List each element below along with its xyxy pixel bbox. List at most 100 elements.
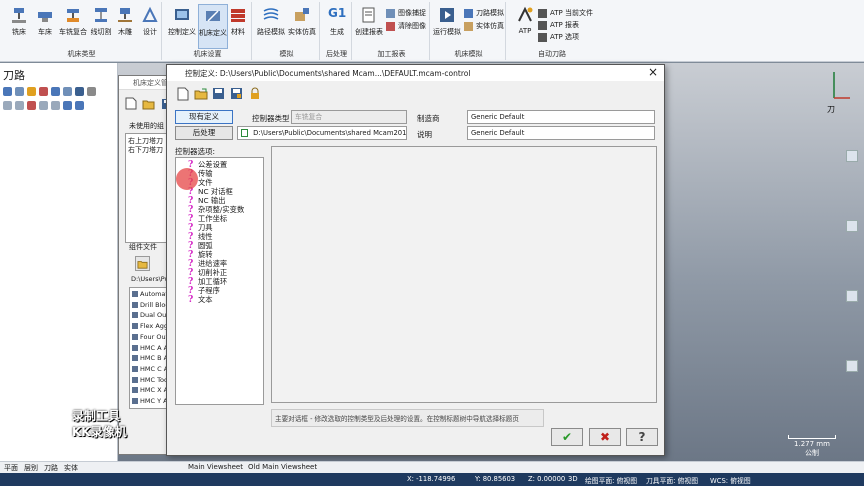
atp-report-button[interactable]: ATP 报表 <box>538 20 579 30</box>
close-icon[interactable]: × <box>648 65 658 79</box>
atp-button[interactable]: ATP <box>510 6 540 35</box>
list-item[interactable]: HMC B A <box>132 354 168 362</box>
description-field[interactable]: Generic Default <box>467 126 655 140</box>
select-all-icon[interactable] <box>3 87 12 96</box>
unused-groups-label: 未使用的组 <box>129 122 164 130</box>
verify-small-icon[interactable] <box>63 87 72 96</box>
toolpath-sim-button[interactable]: 刀路模拟 <box>464 8 504 18</box>
post-processor-button[interactable]: 后处理 <box>175 126 233 140</box>
view-iso-icon[interactable] <box>846 220 858 232</box>
axis-icon <box>833 72 850 99</box>
list-item[interactable]: HMC C A <box>132 365 168 373</box>
clear-image-button[interactable]: 清除图像 <box>386 21 426 31</box>
tab-main-viewsheet[interactable]: Main Viewsheet <box>188 463 243 471</box>
status-bar: X: -118.74996 Y: 80.85603 Z: 0.00000 3D … <box>0 473 864 486</box>
solid-sim-button[interactable]: 实体仿真 <box>464 21 504 31</box>
verify-icon <box>295 8 309 21</box>
save-file-icon[interactable] <box>211 86 226 101</box>
collapse-icon[interactable] <box>15 101 24 110</box>
list-item[interactable]: Drill Bloc <box>132 301 169 309</box>
select-failed-icon[interactable] <box>15 87 24 96</box>
status-cplane[interactable]: 绘图平面: 俯视图 <box>585 475 637 485</box>
highfeed-icon[interactable] <box>87 87 96 96</box>
list-item[interactable]: Four Out <box>132 333 168 341</box>
save-as-icon[interactable] <box>229 86 244 101</box>
tab-solids[interactable]: 实体 <box>64 463 78 473</box>
toggle-icon[interactable] <box>39 101 48 110</box>
machine-def-button[interactable]: 机床定义 <box>198 4 228 49</box>
post-small-icon[interactable] <box>75 87 84 96</box>
status-tplane[interactable]: 刀具平面: 俯视图 <box>646 475 698 485</box>
ribbon-group-machine-sim: 运行模拟 刀路模拟 实体仿真 机床模拟 <box>432 2 506 60</box>
post-toggle-icon[interactable] <box>51 101 60 110</box>
status-wcs[interactable]: WCS: 俯视图 <box>710 475 751 485</box>
machine-def-label: 机床定义 <box>199 29 227 37</box>
ribbon-group-machine-setup: 控制定义 机床定义 材料 机床设置 <box>164 2 252 60</box>
open-icon[interactable] <box>141 96 156 111</box>
post-generate-button[interactable]: G1 生成 <box>322 6 352 37</box>
verify-label: 实体仿真 <box>288 28 316 36</box>
controller-options-tree[interactable]: ?公差设置?传输?文件?NC 对话框?NC 输出?杂项整/实变数?工作坐标?刀具… <box>175 157 264 405</box>
help-button[interactable]: ? <box>626 428 658 446</box>
controller-type-select[interactable]: 车铣复合 <box>291 110 407 124</box>
list-item[interactable]: Flex Agg <box>132 322 168 330</box>
material-button[interactable]: 材料 <box>226 6 250 37</box>
list-item[interactable]: HMC A A <box>132 344 168 352</box>
view-fit-icon[interactable] <box>846 290 858 302</box>
list-item[interactable]: Dual Out <box>132 311 169 319</box>
list-item[interactable]: 右下刀塔刀 <box>128 145 163 155</box>
component-file-label: Automat <box>140 290 168 298</box>
control-def-button[interactable]: 控制定义 <box>166 6 198 37</box>
manufacturer-field[interactable]: Generic Default <box>467 110 655 124</box>
list-item[interactable]: HMC Y A <box>132 397 168 405</box>
list-item[interactable]: Automat <box>132 290 168 298</box>
tab-planes[interactable]: 平面 <box>4 463 18 473</box>
toolpath-manager-panel: 刀路 <box>0 63 118 461</box>
component-file-label: Four Out <box>140 332 169 341</box>
tree-item[interactable]: ? 文本 <box>188 295 213 305</box>
group-label-atp: 自动刀路 <box>538 50 566 58</box>
post-path-select[interactable]: D:\Users\Public\Documents\shared Mcam201… <box>237 126 407 140</box>
control-def-icon <box>175 9 189 20</box>
cancel-button[interactable]: ✖ <box>589 428 621 446</box>
component-icon <box>132 323 138 330</box>
regen-icon[interactable] <box>27 87 36 96</box>
browse-folder-icon[interactable] <box>135 256 150 271</box>
router-icon <box>118 8 132 22</box>
new-file-icon[interactable] <box>175 86 190 101</box>
move-down-icon[interactable] <box>63 101 72 110</box>
lock-icon[interactable] <box>27 101 36 110</box>
expand-icon[interactable] <box>3 101 12 110</box>
status-mode[interactable]: 3D <box>568 475 578 483</box>
view-zoom-icon[interactable] <box>846 360 858 372</box>
options-content-panel <box>271 146 657 403</box>
new-icon[interactable] <box>123 96 138 111</box>
regen-dirty-icon[interactable] <box>39 87 48 96</box>
status-x: X: -118.74996 <box>407 475 456 483</box>
tab-old-main-viewsheet[interactable]: Old Main Viewsheet <box>248 463 317 471</box>
run-sim-button[interactable]: 运行模拟 <box>432 6 462 37</box>
atp-current-file-button[interactable]: ATP 当前文件 <box>538 8 593 18</box>
existing-definition-button[interactable]: 现有定义 <box>175 110 233 124</box>
component-icon <box>132 355 138 362</box>
backplot-small-icon[interactable] <box>51 87 60 96</box>
group-label-simulate: 模拟 <box>279 50 294 58</box>
open-file-icon[interactable] <box>193 86 208 101</box>
ok-button[interactable]: ✔ <box>551 428 583 446</box>
mill-turn-button[interactable]: 车铣复合 <box>56 6 90 37</box>
atp-options-button[interactable]: ATP 选项 <box>538 32 579 42</box>
create-report-button[interactable]: 创建报表 <box>354 6 384 37</box>
view-top-icon[interactable] <box>846 150 858 162</box>
list-item[interactable]: HMC X A <box>132 386 168 394</box>
design-button[interactable]: 设计 <box>135 6 165 37</box>
axis-indicator: 刀 <box>827 68 854 115</box>
lock-file-icon[interactable] <box>247 86 262 101</box>
list-item[interactable]: HMC Too <box>132 376 168 384</box>
image-capture-button[interactable]: 图像捕捉 <box>386 8 426 18</box>
backplot-button[interactable]: 路径模拟 <box>256 6 286 37</box>
component-icon <box>132 376 138 383</box>
move-up-icon[interactable] <box>75 101 84 110</box>
scale-indicator: 1.277 mm 公制 <box>788 435 836 458</box>
verify-button[interactable]: 实体仿真 <box>287 6 317 37</box>
tab-levels[interactable]: 层别 <box>24 463 38 473</box>
